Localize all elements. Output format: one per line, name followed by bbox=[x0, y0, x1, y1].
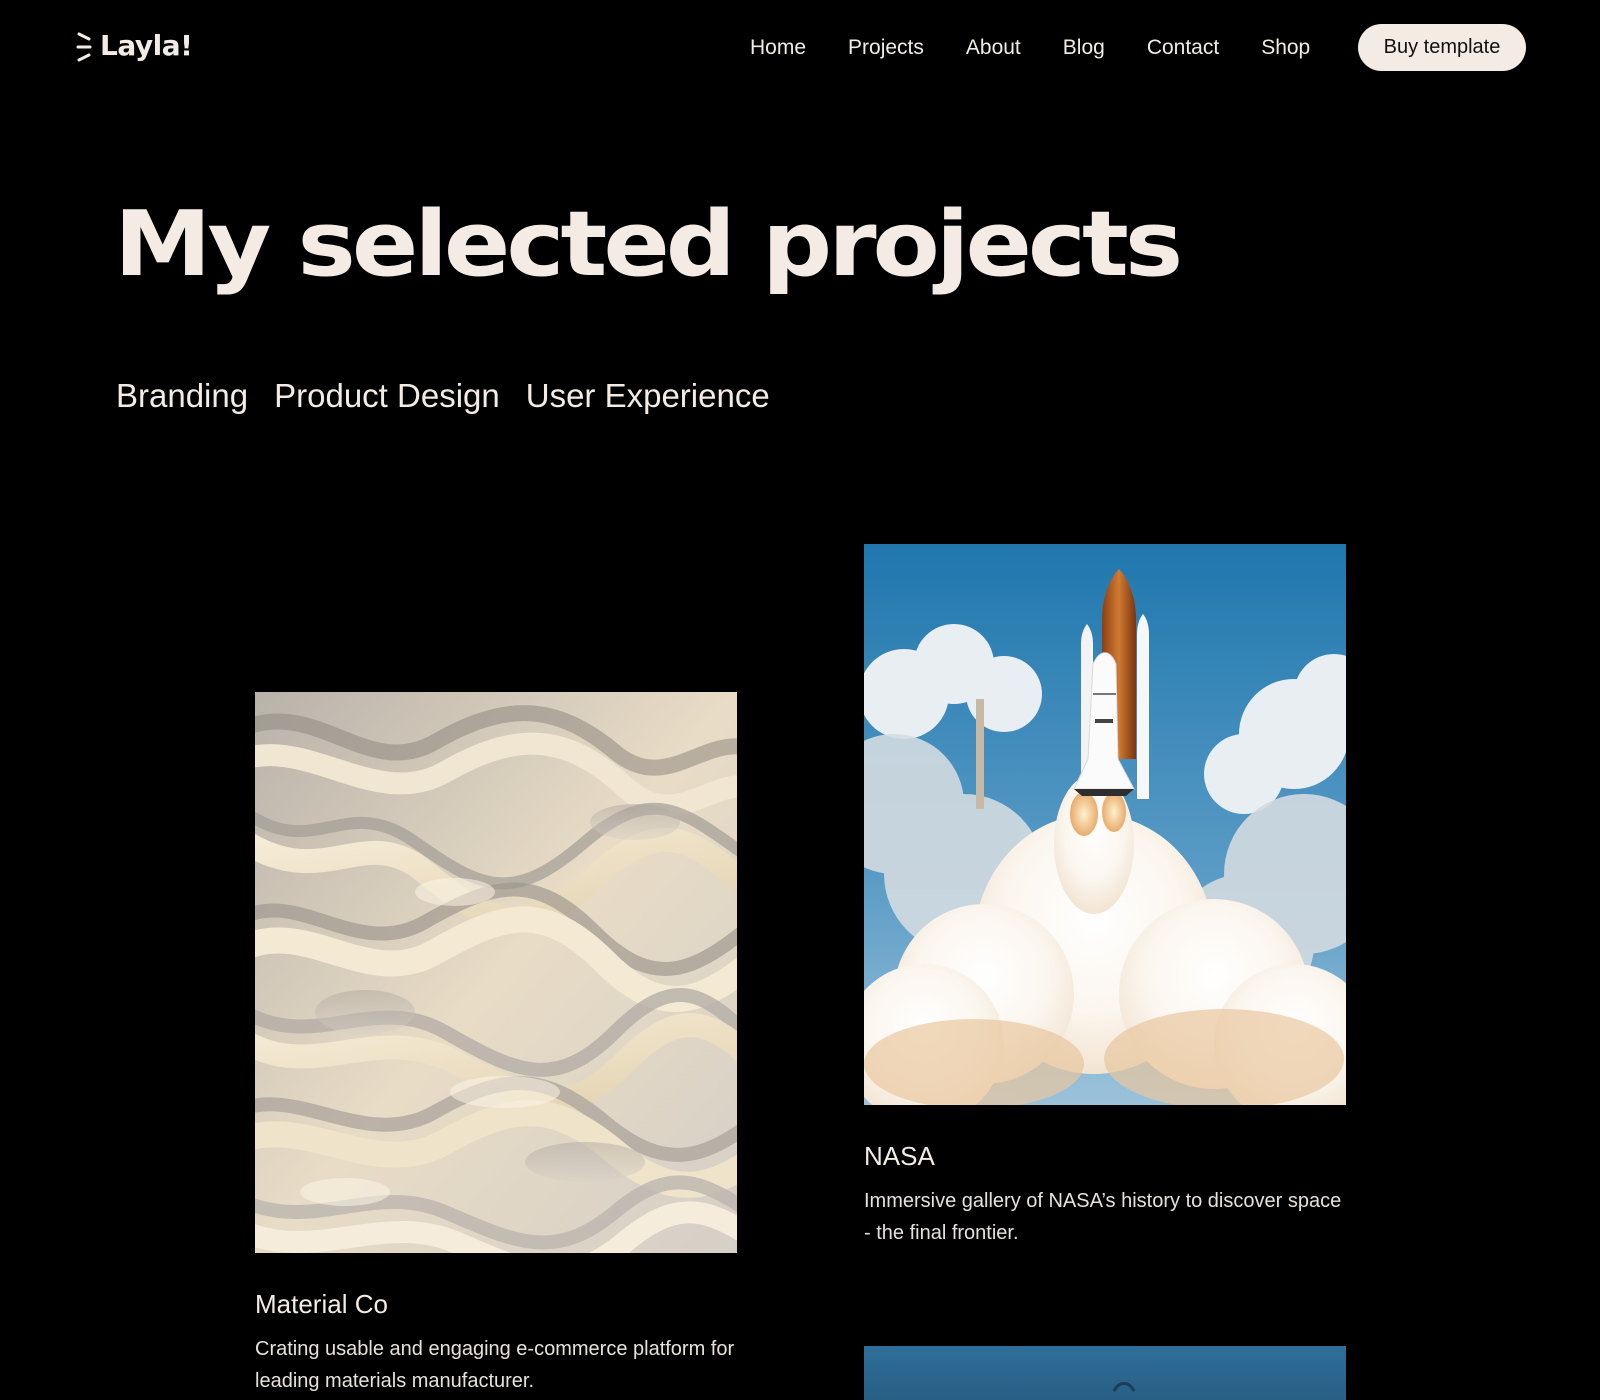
logo-text: Layla! bbox=[100, 29, 193, 62]
project-card-next[interactable] bbox=[864, 1346, 1346, 1400]
filter-branding[interactable]: Branding bbox=[116, 376, 248, 416]
abstract-paper-folds-image bbox=[255, 692, 737, 1253]
project-title: NASA bbox=[864, 1141, 935, 1171]
nav-contact[interactable]: Contact bbox=[1147, 33, 1219, 63]
nav-about[interactable]: About bbox=[966, 33, 1021, 63]
project-title: Material Co bbox=[255, 1289, 388, 1319]
filter-user-experience[interactable]: User Experience bbox=[526, 376, 770, 416]
buy-template-button[interactable]: Buy template bbox=[1358, 24, 1526, 71]
project-image-nasa bbox=[864, 544, 1346, 1105]
project-description: Crating usable and engaging e-commerce p… bbox=[255, 1338, 735, 1392]
project-card-nasa[interactable]: NASA Immersive gallery of NASA’s history… bbox=[864, 544, 1346, 1249]
project-card-material-co[interactable]: Material Co Crating usable and engaging … bbox=[255, 692, 737, 1397]
project-image-next bbox=[864, 1346, 1346, 1400]
page-title: My selected projects bbox=[114, 192, 1183, 298]
main-nav: Home Projects About Blog Contact Shop bbox=[750, 33, 1310, 63]
nav-blog[interactable]: Blog bbox=[1063, 33, 1105, 63]
nav-shop[interactable]: Shop bbox=[1261, 33, 1310, 63]
nav-home[interactable]: Home bbox=[750, 33, 806, 63]
logo-link[interactable]: Layla! bbox=[76, 29, 193, 62]
logo-spark-icon bbox=[76, 32, 92, 62]
filter-product-design[interactable]: Product Design bbox=[274, 376, 500, 416]
project-description: Immersive gallery of NASA’s history to d… bbox=[864, 1190, 1342, 1244]
nav-projects[interactable]: Projects bbox=[848, 33, 924, 63]
project-image-material-co bbox=[255, 692, 737, 1253]
space-shuttle-launch-image bbox=[864, 544, 1346, 1105]
category-filters: Branding Product Design User Experience bbox=[116, 376, 796, 416]
